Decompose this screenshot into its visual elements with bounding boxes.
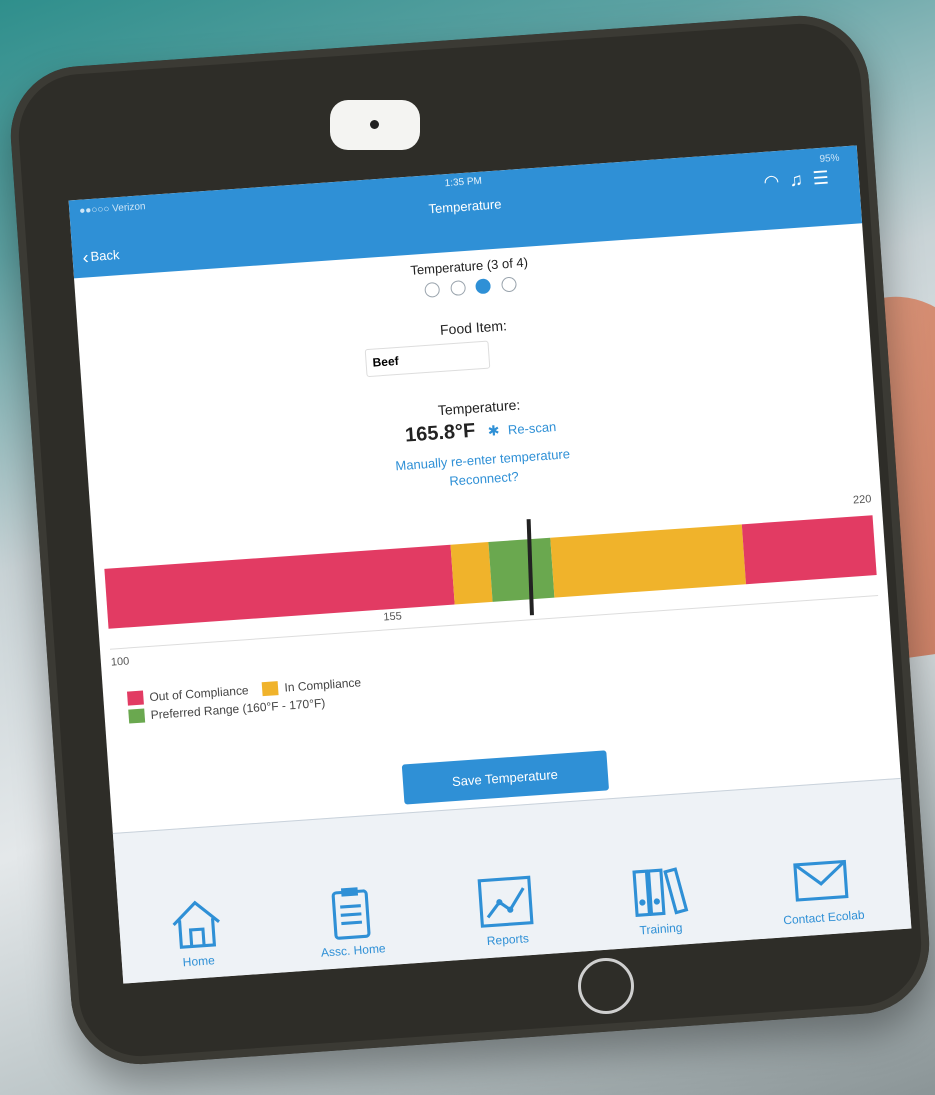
home-hardware-button[interactable]	[578, 958, 634, 1014]
legend-in: In Compliance	[262, 675, 362, 697]
clipboard-icon	[331, 887, 371, 940]
step-dot	[500, 276, 517, 293]
segment-in-low	[450, 542, 493, 605]
menu-icon[interactable]: ☰	[812, 167, 839, 189]
binders-icon	[632, 867, 689, 917]
tab-home-label: Home	[182, 953, 216, 970]
gauge-min-label: 100	[110, 655, 130, 669]
legend-swatch-in	[262, 681, 279, 697]
step-dot	[424, 281, 441, 298]
legend-in-label: In Compliance	[283, 675, 362, 695]
back-label: Back	[90, 247, 120, 265]
tab-training-label: Training	[639, 920, 683, 938]
segment-out-high	[741, 515, 877, 585]
temperature-value: 165.8°F	[404, 419, 476, 447]
tab-home[interactable]: Home	[163, 890, 230, 970]
rescan-link[interactable]: Re-scan	[507, 419, 556, 437]
gauge-bar	[104, 515, 877, 629]
legend-out-label: Out of Compliance	[148, 683, 250, 705]
tab-contact[interactable]: Contact Ecolab	[779, 846, 865, 927]
tab-reports[interactable]: Reports	[472, 869, 539, 949]
segment-in-high	[549, 524, 747, 598]
legend-swatch-out	[126, 690, 144, 706]
chart-icon	[477, 875, 534, 928]
tab-reports-label: Reports	[486, 931, 530, 949]
step-dot-active	[475, 278, 492, 295]
chevron-left-icon: ‹	[81, 247, 90, 268]
status-battery: 95%	[819, 152, 840, 166]
envelope-icon	[793, 859, 849, 902]
camera-icon	[330, 100, 420, 150]
step-dot	[449, 280, 466, 297]
wifi-icon[interactable]: ◠	[763, 170, 790, 192]
tab-assc-home[interactable]: Assc. Home	[316, 879, 387, 960]
back-button[interactable]: ‹Back	[82, 245, 120, 269]
home-icon	[172, 900, 220, 949]
gauge-max-label: 220	[852, 493, 872, 507]
bluetooth-icon: ✱	[487, 422, 500, 439]
top-icons: ◠♫☰	[763, 167, 840, 193]
bell-icon[interactable]: ♫	[789, 169, 814, 191]
segment-preferred	[488, 537, 555, 602]
tablet-screen: ●●○○○ Verizon 1:35 PM 95% Temperature ‹B…	[68, 145, 912, 984]
gauge-mid-label: 155	[383, 610, 403, 624]
save-temperature-button[interactable]: Save Temperature	[401, 750, 609, 805]
food-item-input[interactable]	[364, 340, 491, 378]
legend-swatch-preferred	[128, 708, 146, 724]
tab-assc-home-label: Assc. Home	[320, 941, 387, 960]
tab-training[interactable]: Training	[625, 858, 692, 938]
